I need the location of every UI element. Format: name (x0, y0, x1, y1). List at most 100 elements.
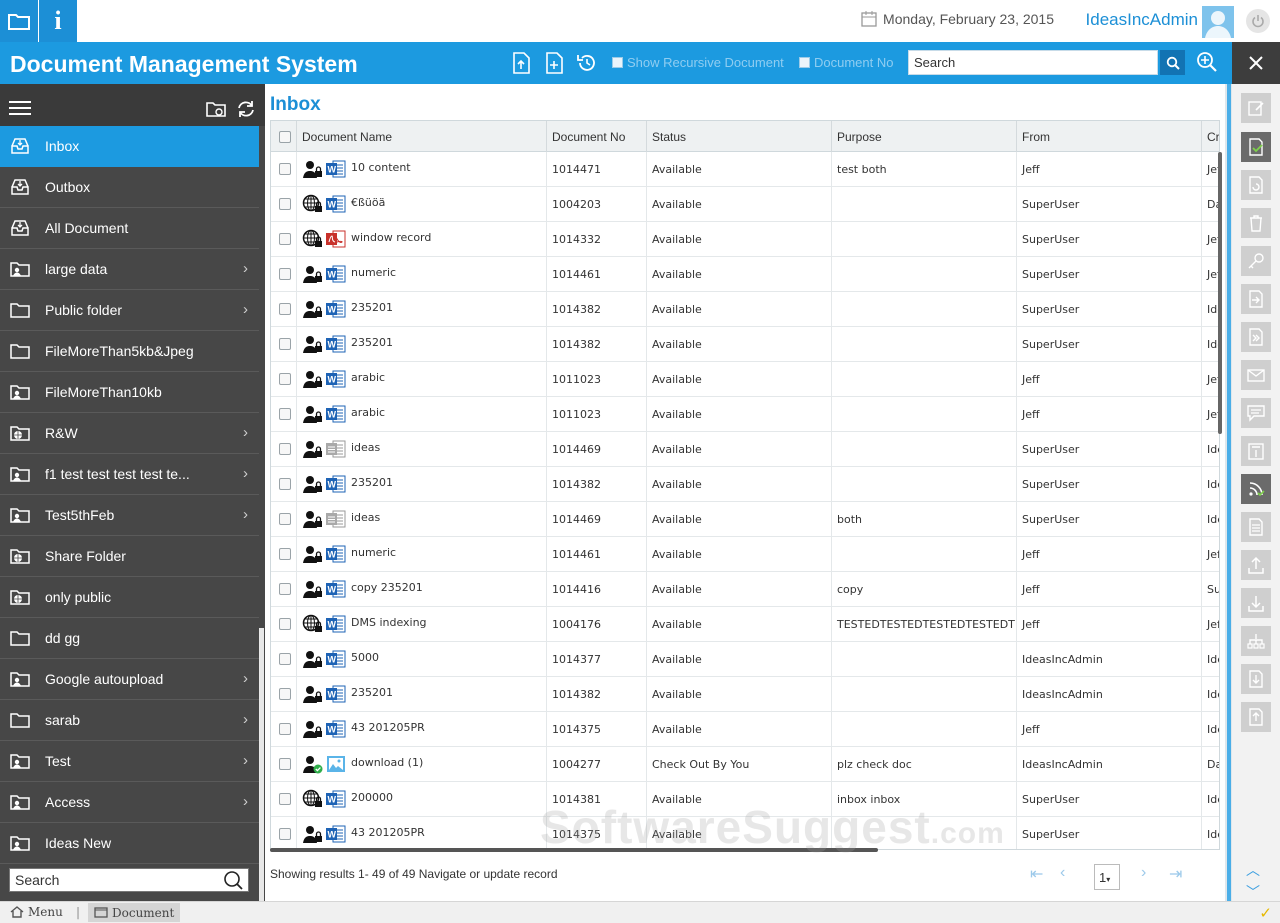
chevron-right-icon[interactable]: › (243, 506, 248, 523)
bottom-menu-button[interactable]: Menu (10, 905, 63, 919)
document-name-link[interactable]: numeric (351, 266, 396, 279)
cell-document-name[interactable]: Wcopy 235201 (297, 572, 547, 607)
cell-document-name[interactable]: W 235201 (297, 467, 547, 502)
check-in-button[interactable] (1241, 132, 1271, 162)
sidebar-scrollbar[interactable] (259, 628, 264, 901)
email-button[interactable] (1241, 360, 1271, 390)
cell-document-name[interactable]: ideas (297, 502, 547, 537)
prev-page-button[interactable]: ‹ (1060, 864, 1065, 882)
cell-document-name[interactable]: window record (297, 222, 547, 257)
sidebar-item[interactable]: Access › (0, 782, 259, 823)
menu-icon[interactable] (9, 101, 31, 115)
column-status[interactable]: Status (647, 121, 832, 152)
sidebar-item[interactable]: Share Folder (0, 536, 259, 577)
sidebar-item[interactable]: Outbox (0, 167, 259, 208)
document-name-link[interactable]: ideas (351, 511, 380, 524)
document-no-box[interactable] (799, 57, 810, 68)
document-name-link[interactable]: 235201 (351, 336, 393, 349)
grid-vertical-scrollbar[interactable] (1218, 152, 1222, 434)
document-name-link[interactable]: ideas (351, 441, 380, 454)
sidebar-item[interactable]: sarab › (0, 700, 259, 741)
table-row[interactable]: W DMS indexing 1004176 Available TESTEDTESTE… (271, 607, 1219, 642)
table-row[interactable]: W 43 201205PR 1014375Available JeffIde (271, 712, 1219, 747)
chevron-right-icon[interactable]: › (243, 301, 248, 318)
logout-button[interactable] (1246, 9, 1270, 33)
chevron-right-icon[interactable]: › (243, 260, 248, 277)
table-row[interactable]: Warabic 1011023 Available Jeff Jef (271, 362, 1219, 397)
subscribe-button[interactable] (1241, 474, 1271, 504)
document-name-link[interactable]: 235201 (351, 476, 393, 489)
cell-document-name[interactable]: Wnumeric (297, 537, 547, 572)
document-name-link[interactable]: download (1) (351, 756, 423, 769)
document-name-link[interactable]: 43 201205PR (351, 721, 425, 734)
column-document-no[interactable]: Document No (547, 121, 647, 152)
properties-button[interactable] (1241, 512, 1271, 542)
move-button[interactable] (1241, 284, 1271, 314)
table-row[interactable]: W 10 content 1014471 Available test both Jeff… (271, 152, 1219, 187)
chevron-right-icon[interactable]: › (243, 711, 248, 728)
top-search-input[interactable]: Search (908, 50, 1158, 75)
table-row[interactable]: window record 1014332 Available SuperUser Je… (271, 222, 1219, 257)
row-checkbox[interactable] (279, 653, 291, 665)
cell-document-name[interactable]: W 43 201205PR (297, 817, 547, 849)
show-recursive-checkbox[interactable]: Show Recursive Document (612, 55, 784, 70)
cell-document-name[interactable]: W 10 content (297, 152, 547, 187)
document-name-link[interactable]: numeric (351, 546, 396, 559)
new-document-icon[interactable] (543, 52, 565, 74)
refresh-icon[interactable] (236, 100, 256, 118)
attachment-button[interactable] (1241, 436, 1271, 466)
bottom-document-tab[interactable]: Document (88, 903, 181, 922)
sidebar-search-icon[interactable] (222, 870, 244, 890)
column-document-name[interactable]: Document Name (297, 121, 547, 152)
document-name-link[interactable]: 200000 (351, 791, 393, 804)
last-page-button[interactable]: ⇥ (1169, 864, 1182, 884)
comment-button[interactable] (1241, 398, 1271, 428)
cell-document-name[interactable]: Warabic (297, 397, 547, 432)
table-row[interactable]: ideas 1014469Available SuperUserIde (271, 432, 1219, 467)
document-name-link[interactable]: window record (351, 231, 431, 244)
row-checkbox[interactable] (279, 758, 291, 770)
document-name-link[interactable]: arabic (351, 371, 385, 384)
history-icon[interactable] (576, 52, 598, 74)
sidebar-item[interactable]: All Document (0, 208, 259, 249)
sidebar-item[interactable]: only public (0, 577, 259, 618)
sidebar-item[interactable]: Test › (0, 741, 259, 782)
download-button[interactable] (1241, 588, 1271, 618)
folder-button[interactable] (0, 0, 38, 42)
table-row[interactable]: W€ßüöä1004203AvailableSuperUserDa (271, 187, 1219, 222)
sidebar-item[interactable]: Test5thFeb › (0, 495, 259, 536)
chevron-right-icon[interactable]: › (243, 793, 248, 810)
grid-horizontal-scrollbar[interactable] (270, 848, 878, 852)
document-name-link[interactable]: copy 235201 (351, 581, 423, 594)
row-checkbox[interactable] (279, 688, 291, 700)
table-row[interactable]: Wcopy 235201 1014416 Available copy Jeff Su (271, 572, 1219, 607)
table-row[interactable]: Wnumeric 1014461 Available SuperUser Jef (271, 257, 1219, 292)
cell-document-name[interactable]: W 200000 (297, 782, 547, 817)
row-checkbox[interactable] (279, 443, 291, 455)
cell-document-name[interactable]: W 5000 (297, 642, 547, 677)
restore-button[interactable] (1241, 170, 1271, 200)
row-checkbox[interactable] (279, 373, 291, 385)
document-name-link[interactable]: €ßüöä (351, 196, 385, 209)
panel-scroll-down-icon[interactable]: ﹀ (1246, 882, 1260, 902)
sidebar-search-input[interactable]: Search (9, 868, 249, 892)
top-search-button[interactable] (1160, 50, 1185, 75)
table-row[interactable]: W2352011014382AvailableSuperUserIde (271, 292, 1219, 327)
import-button[interactable] (1241, 664, 1271, 694)
row-checkbox[interactable] (279, 303, 291, 315)
chevron-right-icon[interactable]: › (243, 670, 248, 687)
upload-button[interactable] (1241, 550, 1271, 580)
upload-document-icon[interactable] (510, 52, 532, 74)
chevron-right-icon[interactable]: › (243, 424, 248, 441)
document-name-link[interactable]: 10 content (351, 161, 411, 174)
sidebar-item[interactable]: Public folder › (0, 290, 259, 331)
table-row[interactable]: Warabic 1011023 Available Jeff Jef (271, 397, 1219, 432)
sidebar-item[interactable]: FileMoreThan5kb&Jpeg (0, 331, 259, 372)
table-row[interactable]: download (1) 1004277 Check Out By You plz c… (271, 747, 1219, 782)
cell-document-name[interactable]: ideas (297, 432, 547, 467)
username-link[interactable]: IdeasIncAdmin (1086, 10, 1198, 30)
panel-scroll-up-icon[interactable]: ︿ (1246, 860, 1260, 880)
first-page-button[interactable]: ⇤ (1030, 864, 1043, 884)
table-row[interactable]: W2352011014382AvailableSuperUserIde (271, 327, 1219, 362)
table-row[interactable]: W 5000 1014377Available IdeasIncAdminIde (271, 642, 1219, 677)
